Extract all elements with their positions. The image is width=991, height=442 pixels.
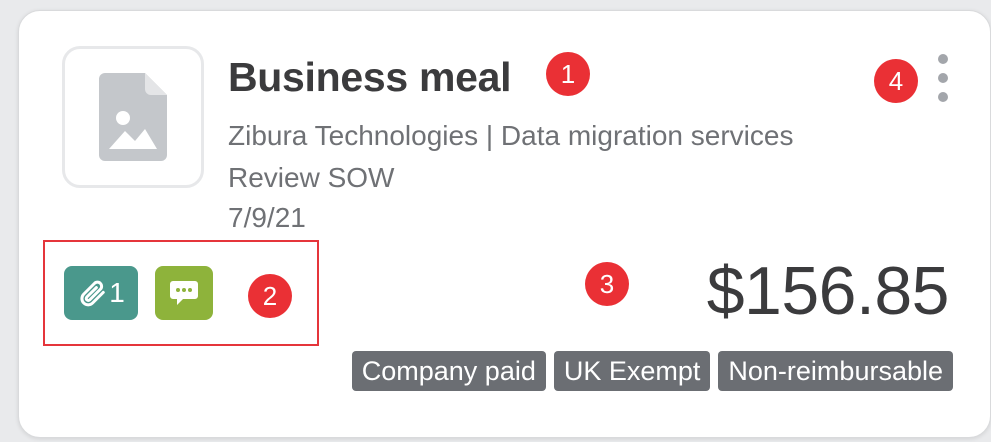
more-vertical-icon-dot [938, 92, 948, 102]
callout-marker-1: 1 [546, 52, 590, 96]
tag-uk-exempt: UK Exempt [553, 351, 711, 391]
paperclip-icon [80, 280, 105, 307]
expense-amount: $156.85 [706, 253, 950, 329]
callout-marker-2: 2 [248, 274, 292, 318]
comments-badge[interactable] [155, 266, 213, 320]
callout-marker-4: 4 [874, 59, 918, 103]
receipt-thumbnail[interactable] [62, 46, 204, 188]
more-options-button[interactable] [930, 54, 956, 106]
tag-list: Company paid UK Exempt Non-reimbursable [351, 351, 953, 391]
image-file-icon [99, 73, 167, 161]
attachments-badge[interactable]: 1 [64, 266, 138, 320]
callout-marker-3: 3 [585, 262, 629, 306]
more-vertical-icon-dot [938, 54, 948, 64]
tag-company-paid: Company paid [351, 351, 546, 391]
attachments-count: 1 [109, 277, 125, 308]
client-project: Zibura Technologies | Data migration ser… [228, 120, 794, 151]
comment-icon [170, 281, 198, 305]
expense-title: Business meal [228, 54, 512, 100]
expense-description: Review SOW [228, 162, 395, 193]
tag-non-reimbursable: Non-reimbursable [718, 351, 953, 391]
expense-date: 7/9/21 [228, 202, 306, 233]
more-vertical-icon-dot [938, 73, 948, 83]
